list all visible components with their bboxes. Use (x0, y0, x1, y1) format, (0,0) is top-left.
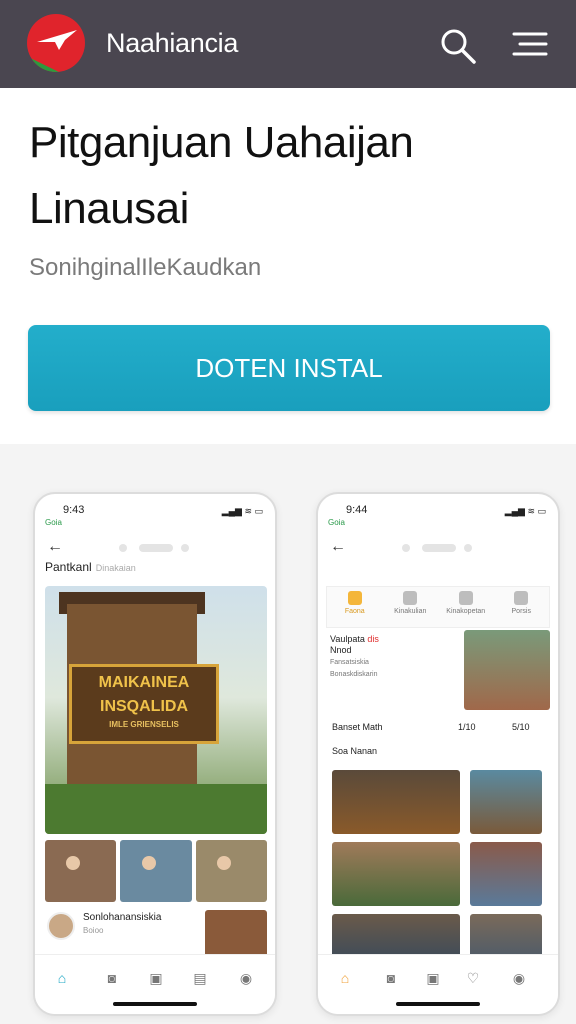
wooden-sign: MAIKAINEA INSQALIDA IMLE GRIENSELIS (69, 664, 219, 744)
featured-image[interactable]: MAIKAINEA INSQALIDA IMLE GRIENSELIS ● ● … (45, 586, 267, 834)
thumbnail[interactable] (120, 840, 192, 902)
profile-icon[interactable]: ◉ (510, 969, 528, 987)
section-value: 1/10 (458, 722, 476, 732)
thumbnail[interactable] (195, 840, 267, 902)
thumbnail-row (45, 840, 267, 902)
home-indicator (113, 1002, 197, 1006)
section-label: Banset Math (332, 722, 383, 732)
home-icon[interactable]: ⌂ (53, 969, 71, 987)
gift-icon[interactable]: ▤ (191, 969, 209, 987)
heart-icon[interactable]: ♡ (464, 969, 482, 987)
user-name: Sonlohanansiskia (83, 912, 162, 923)
install-button[interactable]: DOTEN INSTAL (28, 325, 550, 411)
chat-icon[interactable]: ◙ (103, 969, 121, 987)
grid-photo[interactable] (332, 842, 460, 906)
tab-category[interactable]: Kinakopetan (438, 587, 494, 627)
home-icon[interactable]: ⌂ (336, 969, 354, 987)
search-icon[interactable] (438, 26, 478, 66)
home-indicator (396, 1002, 480, 1006)
category-tabs: Faona Kinakulian Kinakopetan Porsis (326, 586, 550, 628)
user-sub: Boioo (83, 926, 104, 935)
tab-category[interactable]: Kinakulian (383, 587, 439, 627)
screenshot-phone-right[interactable]: 9:44 Goia ▂▄▆ ≋ ▭ ← Faona Kinakulian Kin… (316, 492, 560, 1016)
news-image[interactable] (464, 630, 550, 710)
bottom-tab-bar: ⌂ ◙ ▣ ♡ ◉ (318, 954, 558, 1014)
section-label: Soa Nanan (332, 746, 378, 756)
brand-logo[interactable] (27, 14, 85, 72)
page-subtitle: SonihginalIleKaudkan (29, 254, 262, 281)
grid-photo[interactable] (470, 770, 542, 834)
status-icons: ▂▄▆ ≋ ▭ (504, 506, 546, 516)
status-time: 9:44 (346, 504, 368, 516)
chat-icon[interactable]: ◙ (382, 969, 400, 987)
page-title: Pitganjuan Uahaijan Linausai (29, 118, 414, 233)
avatar (47, 912, 75, 940)
status-carrier: Goia (328, 518, 345, 527)
back-arrow-icon[interactable]: ← (47, 538, 63, 556)
status-carrier: Goia (45, 518, 62, 527)
photo-grid (332, 770, 544, 964)
tab-category[interactable]: Faona (327, 587, 383, 627)
grid-photo[interactable] (470, 842, 542, 906)
status-icons: ▂▄▆ ≋ ▭ (221, 506, 263, 516)
hero-section: Pitganjuan Uahaijan Linausai SonihginalI… (0, 88, 576, 444)
section-value: 5/10 (512, 722, 530, 732)
tab-category[interactable]: Porsis (494, 587, 550, 627)
news-item-text[interactable]: Vaulpata dis Nnod Fansatsiskia Bonaskdis… (330, 634, 448, 680)
status-time: 9:43 (63, 504, 85, 516)
grid-icon[interactable]: ▣ (424, 969, 442, 987)
phone-header: Pantkanl Dinakaian (45, 560, 136, 574)
grid-icon[interactable]: ▣ (147, 969, 165, 987)
screenshot-phone-left[interactable]: 9:43 Goia ▂▄▆ ≋ ▭ ← Pantkanl Dinakaian MA… (33, 492, 277, 1016)
user-card[interactable]: Sonlohanansiskia Boioo (47, 910, 267, 964)
bottom-tab-bar: ⌂ ◙ ▣ ▤ ◉ (35, 954, 275, 1014)
grid-photo[interactable] (332, 770, 460, 834)
brand-name: Naahiancia (106, 28, 239, 58)
profile-icon[interactable]: ◉ (237, 969, 255, 987)
hamburger-menu-icon[interactable] (512, 30, 548, 58)
thumbnail[interactable] (45, 840, 117, 902)
top-app-bar: Naahiancia (0, 0, 576, 88)
back-arrow-icon[interactable]: ← (330, 538, 346, 556)
